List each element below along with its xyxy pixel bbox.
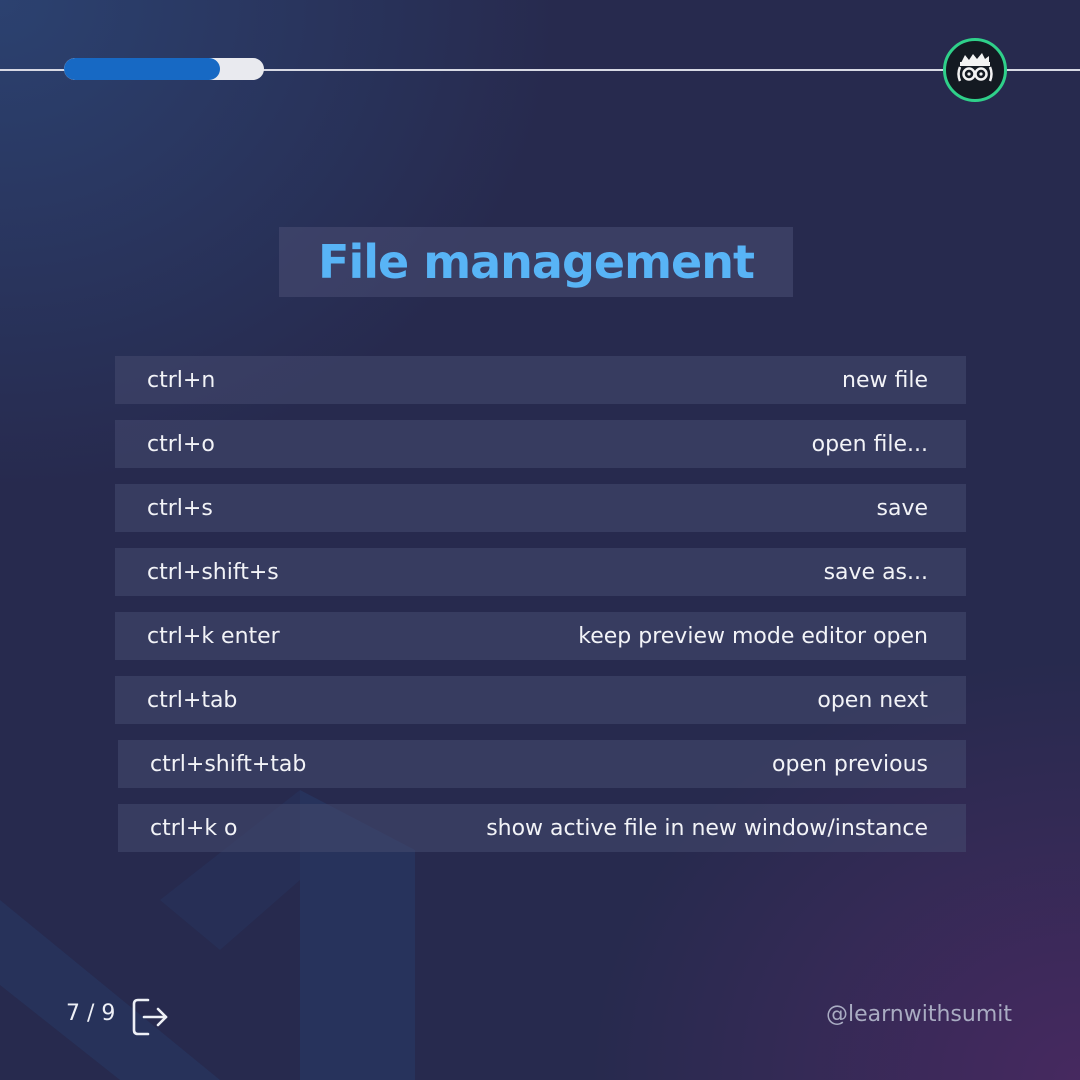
shortcut-row: ctrl+s save <box>115 484 966 532</box>
author-handle: @learnwithsumit <box>826 1002 1012 1027</box>
shortcut-action: save as... <box>823 559 928 585</box>
progress-fill <box>64 58 220 80</box>
shortcut-key: ctrl+o <box>147 431 215 457</box>
shortcut-action: save <box>876 495 929 521</box>
shortcut-action: open next <box>817 687 928 713</box>
shortcut-key: ctrl+s <box>147 495 213 521</box>
shortcut-row: ctrl+k o show active file in new window/… <box>118 804 966 852</box>
shortcut-row: ctrl+k enter keep preview mode editor op… <box>115 612 966 660</box>
background-logo-shape <box>0 790 415 1080</box>
page-indicator: 7 / 9 <box>66 1001 116 1026</box>
shortcut-key: ctrl+tab <box>147 687 238 713</box>
shortcut-action: open file... <box>811 431 928 457</box>
next-arrow-icon[interactable] <box>130 996 170 1038</box>
shortcut-row: ctrl+shift+s save as... <box>115 548 966 596</box>
shortcut-row: ctrl+o open file... <box>115 420 966 468</box>
title-box: File management <box>279 227 793 297</box>
shortcut-row: ctrl+n new file <box>115 356 966 404</box>
shortcut-row: ctrl+shift+tab open previous <box>118 740 966 788</box>
shortcut-action: keep preview mode editor open <box>578 623 928 649</box>
shortcut-key: ctrl+shift+s <box>147 559 279 585</box>
shortcut-row: ctrl+tab open next <box>115 676 966 724</box>
page-title: File management <box>318 235 755 289</box>
developer-glasses-icon <box>957 53 993 82</box>
shortcut-action: show active file in new window/instance <box>486 815 928 841</box>
shortcut-key: ctrl+n <box>147 367 216 393</box>
shortcut-action: new file <box>842 367 928 393</box>
progress-bar <box>64 58 264 80</box>
shortcut-action: open previous <box>772 751 928 777</box>
shortcut-key: ctrl+shift+tab <box>150 751 307 777</box>
avatar <box>943 38 1007 102</box>
shortcut-key: ctrl+k o <box>150 815 238 841</box>
shortcut-key: ctrl+k enter <box>147 623 280 649</box>
